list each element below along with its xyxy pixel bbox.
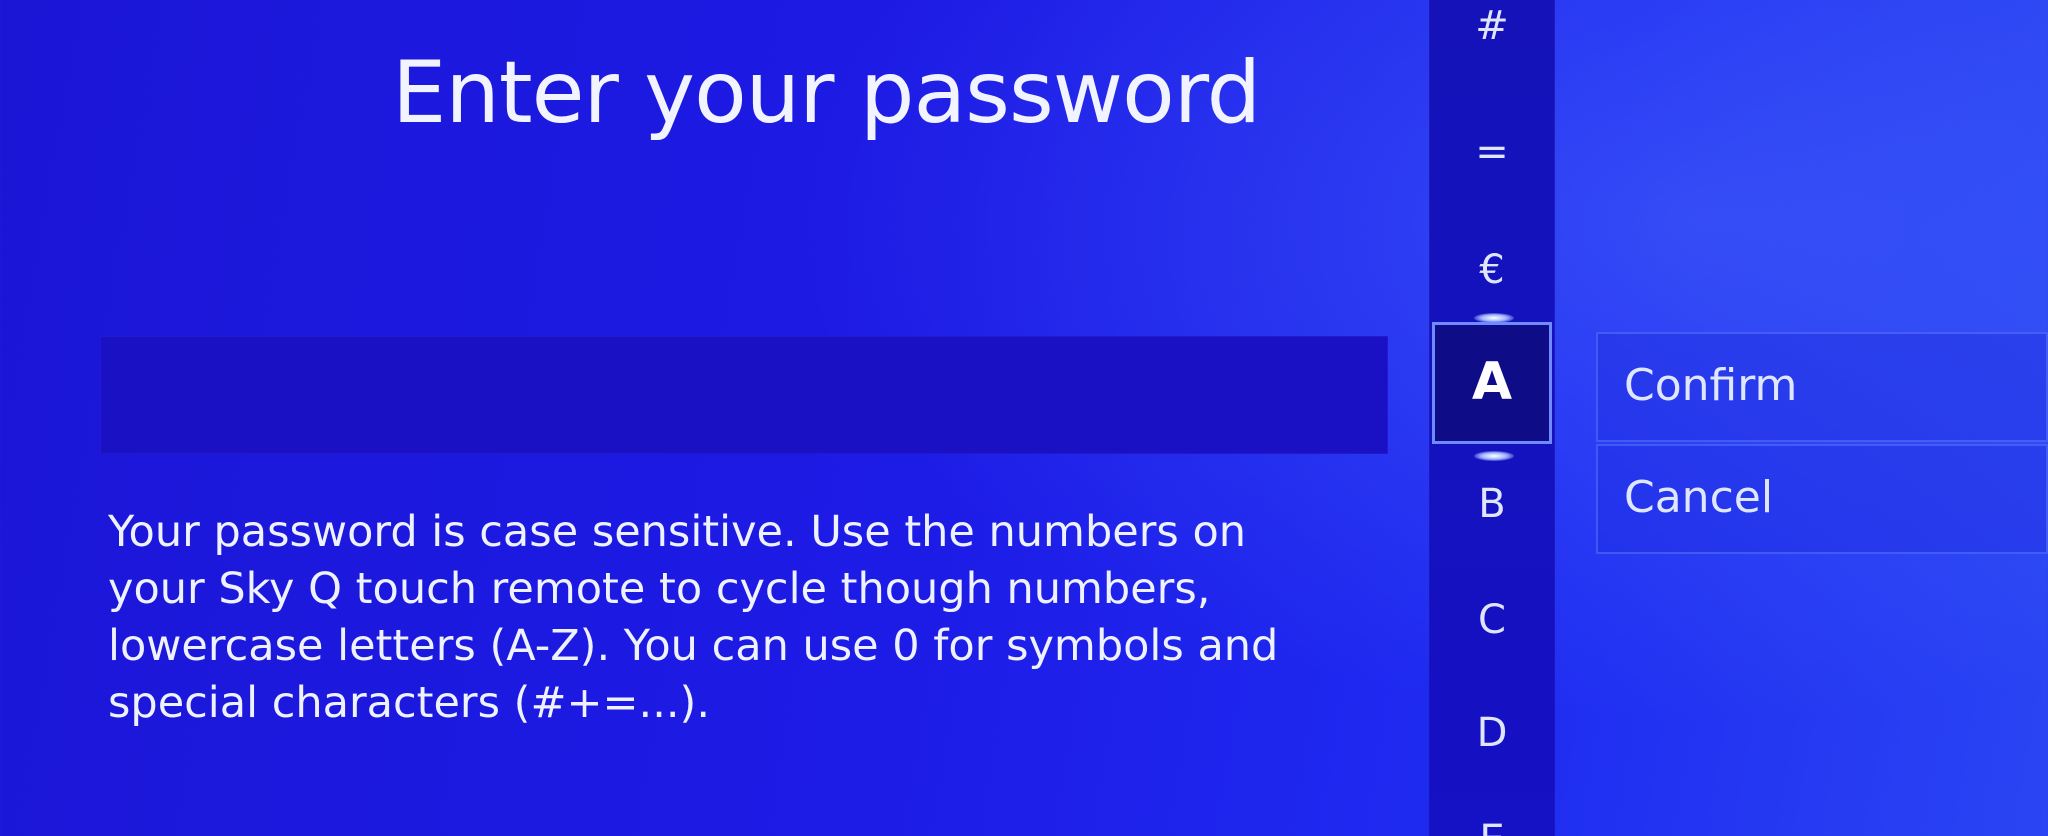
action-menu: Confirm Cancel [1596,332,2048,556]
key-e[interactable]: E [1430,810,1554,836]
cancel-button[interactable]: Cancel [1596,444,2048,554]
key-hash[interactable]: # [1430,0,1554,56]
key-euro[interactable]: € [1430,240,1554,300]
key-b[interactable]: B [1430,474,1554,534]
key-c[interactable]: C [1430,590,1554,650]
scroll-down-indicator [1474,451,1514,461]
key-d[interactable]: D [1430,703,1554,763]
key-equals[interactable]: = [1430,122,1554,182]
confirm-button[interactable]: Confirm [1596,332,2048,442]
key-a-selected[interactable]: A [1432,322,1552,444]
help-text: Your password is case sensitive. Use the… [108,507,1279,728]
password-input[interactable] [100,336,1388,454]
page-title: Enter your password [392,43,1261,143]
